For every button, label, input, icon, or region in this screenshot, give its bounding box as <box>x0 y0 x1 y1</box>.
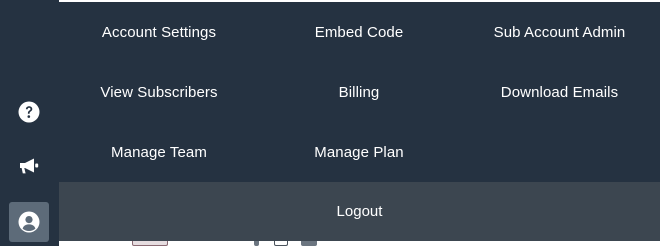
menu-item-view-subscribers[interactable]: View Subscribers <box>59 62 259 122</box>
menu-item-embed-code[interactable]: Embed Code <box>259 2 459 62</box>
menu-item-download-emails[interactable]: Download Emails <box>459 62 660 122</box>
logout-button[interactable]: Logout <box>59 182 660 241</box>
app-window: Account Settings Embed Code Sub Account … <box>0 0 660 246</box>
menu-item-manage-plan[interactable]: Manage Plan <box>259 122 459 182</box>
left-rail <box>0 0 59 246</box>
account-dropdown-menu: Account Settings Embed Code Sub Account … <box>59 0 660 182</box>
menu-grid: Account Settings Embed Code Sub Account … <box>59 2 660 182</box>
megaphone-icon <box>20 158 39 174</box>
menu-item-billing[interactable]: Billing <box>259 62 459 122</box>
underlying-control <box>301 241 317 246</box>
underlying-thumbnail <box>132 241 168 246</box>
menu-item-account-settings[interactable]: Account Settings <box>59 2 259 62</box>
announcements-button[interactable] <box>9 146 49 186</box>
user-circle-icon <box>18 211 40 233</box>
question-circle-icon <box>18 101 40 123</box>
help-button[interactable] <box>9 92 49 132</box>
menu-item-manage-team[interactable]: Manage Team <box>59 122 259 182</box>
underlying-checkbox <box>274 241 288 246</box>
account-menu-button[interactable] <box>9 202 49 242</box>
menu-item-sub-account-admin[interactable]: Sub Account Admin <box>459 2 660 62</box>
underlying-control <box>254 241 259 246</box>
